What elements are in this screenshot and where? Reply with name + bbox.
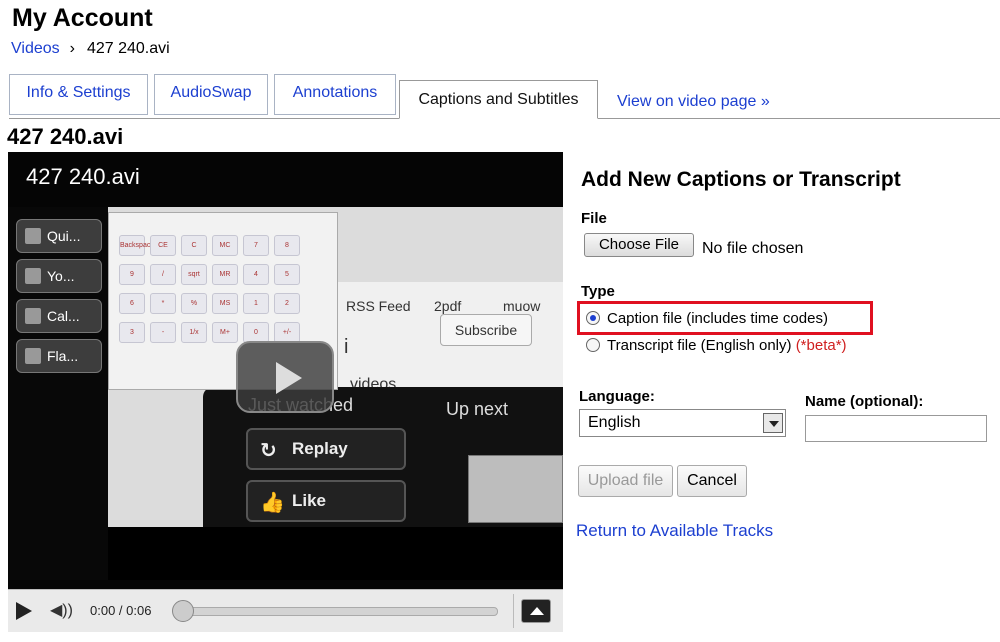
video-folder-2pdf: 2pdf (434, 298, 462, 314)
calculator-key: 7 (243, 235, 269, 256)
video-taskbar: Qui... Yo... Cal... Fla... (8, 207, 108, 580)
upload-file-button[interactable]: Upload file (578, 465, 673, 497)
player-controls: ◀)) 0:00 / 0:06 (8, 589, 563, 632)
video-player[interactable]: 427 240.avi RSS Feed 2pdf muow i videos … (8, 152, 563, 632)
player-title: 427 240.avi (26, 164, 140, 189)
file-status: No file chosen (702, 240, 804, 257)
chevron-down-icon[interactable] (763, 413, 783, 433)
calculator-key: % (181, 293, 207, 314)
video-taskbar-item: Cal... (16, 299, 102, 333)
tab-annotations[interactable]: Annotations (274, 74, 396, 115)
replay-button: ↻ Replay (246, 428, 406, 470)
up-next-label: Up next (446, 399, 509, 419)
calculator-key: MR (212, 264, 238, 285)
video-taskbar-item: Fla... (16, 339, 102, 373)
calculator-key: C (181, 235, 207, 256)
play-overlay-icon[interactable] (236, 341, 334, 413)
caption-file-radio[interactable]: Caption file (includes time codes) (586, 310, 828, 327)
transcript-file-radio[interactable]: Transcript file (English only) (*beta*) (586, 337, 847, 354)
calculator-key: * (150, 293, 176, 314)
seek-handle[interactable] (172, 600, 194, 622)
calculator-key: 8 (274, 235, 300, 256)
language-select[interactable]: English (579, 409, 786, 437)
seek-bar[interactable] (180, 607, 498, 616)
calculator-keys: Backspace CE C MC 7 8 9/sqrt MR 4 5 6 *% MS 1 2 3-1/x M+… (119, 235, 300, 343)
calculator-key: MS (212, 293, 238, 314)
like-button: 👍 Like (246, 480, 406, 522)
radio-checked-icon[interactable] (586, 311, 600, 325)
add-captions-panel: Add New Captions or Transcript File Choo… (576, 158, 996, 578)
video-subscribe-button: Subscribe (440, 314, 532, 346)
video-letter-text: i (344, 336, 349, 358)
cancel-button[interactable]: Cancel (677, 465, 747, 497)
calculator-key: 4 (243, 264, 269, 285)
video-taskbar-item: Qui... (16, 219, 102, 253)
panel-title: Add New Captions or Transcript (581, 168, 901, 191)
calculator-key: 5 (274, 264, 300, 285)
calculator-key: 3 (119, 322, 145, 343)
calculator-key: 1/x (181, 322, 207, 343)
calculator-key: 6 (119, 293, 145, 314)
video-rss-text: RSS Feed (346, 298, 411, 314)
play-icon[interactable] (16, 602, 32, 620)
calculator-key: Backspace (119, 235, 154, 256)
app-icon (25, 228, 41, 244)
flash-icon (25, 348, 41, 364)
tab-bar: Info & Settings AudioSwap Annotations Ca… (9, 72, 1000, 122)
chrome-icon (25, 268, 41, 284)
radio-unchecked-icon[interactable] (586, 338, 600, 352)
name-input[interactable] (805, 415, 987, 442)
calculator-key: 0 (243, 322, 269, 343)
choose-file-button[interactable]: Choose File (584, 233, 694, 257)
view-on-video-page-link[interactable]: View on video page » (617, 93, 770, 111)
name-label: Name (optional): (805, 393, 924, 410)
thumbs-up-icon: 👍 (260, 492, 285, 514)
breadcrumb-videos-link[interactable]: Videos (11, 40, 60, 57)
breadcrumb-current: 427 240.avi (86, 40, 170, 57)
calculator-key: / (150, 264, 176, 285)
time-display: 0:00 / 0:06 (90, 603, 152, 618)
calculator-key: 1 (243, 293, 269, 314)
video-frame[interactable]: RSS Feed 2pdf muow i videos Subscribe Qu… (8, 207, 563, 580)
breadcrumb-separator: › (69, 40, 75, 57)
volume-icon[interactable]: ◀)) (50, 600, 73, 620)
type-label: Type (581, 283, 615, 300)
tab-captions-subtitles[interactable]: Captions and Subtitles (399, 80, 598, 119)
calculator-key: 2 (274, 293, 300, 314)
calculator-key: 9 (119, 264, 145, 285)
return-to-tracks-link[interactable]: Return to Available Tracks (576, 521, 773, 541)
video-title: 427 240.avi (7, 124, 124, 149)
controls-divider (513, 594, 514, 628)
replay-icon: ↻ (260, 440, 277, 462)
video-folder-muow: muow (503, 298, 541, 314)
calculator-key: sqrt (181, 264, 207, 285)
tab-info-settings[interactable]: Info & Settings (9, 74, 148, 115)
video-taskbar-item: Yo... (16, 259, 102, 293)
tab-audioswap[interactable]: AudioSwap (154, 74, 268, 115)
up-next-thumbnail (468, 455, 563, 523)
expand-icon[interactable] (521, 599, 551, 623)
calculator-icon (25, 308, 41, 324)
language-label: Language: (579, 388, 655, 405)
file-label: File (581, 210, 607, 227)
calculator-key: CE (150, 235, 176, 256)
calculator-key: - (150, 322, 176, 343)
calculator-key: MC (212, 235, 238, 256)
breadcrumb: Videos › 427 240.avi (11, 40, 170, 58)
calculator-key: +/- (274, 322, 300, 343)
calculator-key: M+ (212, 322, 238, 343)
page-title: My Account (12, 4, 153, 32)
